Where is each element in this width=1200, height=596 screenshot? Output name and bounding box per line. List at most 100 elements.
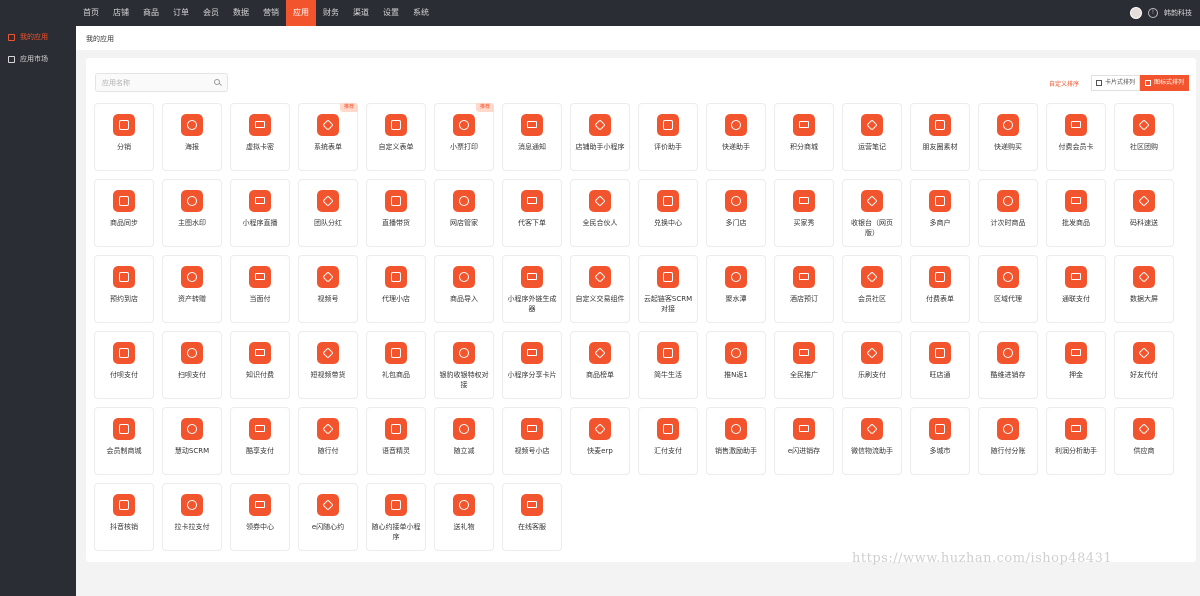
- app-card[interactable]: 运营笔记: [842, 103, 902, 171]
- app-card[interactable]: 领券中心: [230, 483, 290, 551]
- app-card[interactable]: 通联支付: [1046, 255, 1106, 323]
- user-name[interactable]: 韩韵科技: [1164, 8, 1192, 18]
- app-card[interactable]: 会员社区: [842, 255, 902, 323]
- app-card[interactable]: 语音精灵: [366, 407, 426, 475]
- app-card[interactable]: 简牛生活: [638, 331, 698, 399]
- app-card[interactable]: 区域代理: [978, 255, 1038, 323]
- app-card[interactable]: 随行付分账: [978, 407, 1038, 475]
- app-card[interactable]: 码科速送: [1114, 179, 1174, 247]
- app-card[interactable]: 计次时商品: [978, 179, 1038, 247]
- app-card[interactable]: 系统表单 推荐: [298, 103, 358, 171]
- app-card[interactable]: 小程序直播: [230, 179, 290, 247]
- app-card[interactable]: 团队分红: [298, 179, 358, 247]
- app-card[interactable]: 快麦erp: [570, 407, 630, 475]
- app-card[interactable]: 预约到店: [94, 255, 154, 323]
- app-card[interactable]: 快递助手: [706, 103, 766, 171]
- app-card[interactable]: e闪随心约: [298, 483, 358, 551]
- app-card[interactable]: 数据大屏: [1114, 255, 1174, 323]
- app-card[interactable]: 拉卡拉支付: [162, 483, 222, 551]
- app-card[interactable]: 推N返1: [706, 331, 766, 399]
- app-card[interactable]: 商品同步: [94, 179, 154, 247]
- app-card[interactable]: 送礼物: [434, 483, 494, 551]
- app-card[interactable]: 批发商品: [1046, 179, 1106, 247]
- app-card[interactable]: 小程序分享卡片: [502, 331, 562, 399]
- app-card[interactable]: 代客下单: [502, 179, 562, 247]
- app-card[interactable]: 多城市: [910, 407, 970, 475]
- app-card[interactable]: 短视频带货: [298, 331, 358, 399]
- app-card[interactable]: 扫呗支付: [162, 331, 222, 399]
- app-card[interactable]: 商品榜单: [570, 331, 630, 399]
- app-card[interactable]: 自定义表单: [366, 103, 426, 171]
- app-card[interactable]: 知识付费: [230, 331, 290, 399]
- app-card[interactable]: 快递购买: [978, 103, 1038, 171]
- nav-item[interactable]: 系统: [406, 0, 436, 26]
- app-card[interactable]: 随行付: [298, 407, 358, 475]
- app-card[interactable]: 在线客服: [502, 483, 562, 551]
- app-card[interactable]: 旺店通: [910, 331, 970, 399]
- app-card[interactable]: 收银台（网页版）: [842, 179, 902, 247]
- app-card[interactable]: 全民合伙人: [570, 179, 630, 247]
- app-card[interactable]: 社区团购: [1114, 103, 1174, 171]
- app-card[interactable]: 云起链客SCRM对接: [638, 255, 698, 323]
- app-card[interactable]: 兑换中心: [638, 179, 698, 247]
- sidebar-item[interactable]: 我的应用: [0, 26, 76, 48]
- search-icon[interactable]: [214, 79, 220, 85]
- app-card[interactable]: 直播带货: [366, 179, 426, 247]
- app-card[interactable]: 供应商: [1114, 407, 1174, 475]
- icon-view-button[interactable]: 图标式排列: [1140, 75, 1190, 91]
- app-card[interactable]: 随心约接单小程序: [366, 483, 426, 551]
- app-card[interactable]: 消息通知: [502, 103, 562, 171]
- sidebar-item[interactable]: 应用市场: [0, 48, 76, 70]
- app-card[interactable]: 聚水潭: [706, 255, 766, 323]
- app-card[interactable]: 店铺助手小程序: [570, 103, 630, 171]
- app-card[interactable]: 资产转赠: [162, 255, 222, 323]
- nav-item[interactable]: 财务: [316, 0, 346, 26]
- nav-item[interactable]: 店铺: [106, 0, 136, 26]
- nav-item[interactable]: 数据: [226, 0, 256, 26]
- app-card[interactable]: 当面付: [230, 255, 290, 323]
- app-card[interactable]: 银豹收银特权对接: [434, 331, 494, 399]
- avatar[interactable]: [1130, 7, 1142, 19]
- app-card[interactable]: 利润分析助手: [1046, 407, 1106, 475]
- app-card[interactable]: 主图水印: [162, 179, 222, 247]
- app-card[interactable]: 付呗支付: [94, 331, 154, 399]
- nav-item[interactable]: 应用: [286, 0, 316, 26]
- app-card[interactable]: 代理小店: [366, 255, 426, 323]
- notification-icon[interactable]: !: [1148, 8, 1158, 18]
- app-card[interactable]: 全民推广: [774, 331, 834, 399]
- app-card[interactable]: 视频号: [298, 255, 358, 323]
- nav-item[interactable]: 商品: [136, 0, 166, 26]
- app-card[interactable]: 小程序外链生成器: [502, 255, 562, 323]
- app-card[interactable]: 积分商城: [774, 103, 834, 171]
- app-card[interactable]: 销售激励助手: [706, 407, 766, 475]
- app-card[interactable]: 虚拟卡密: [230, 103, 290, 171]
- nav-item[interactable]: 订单: [166, 0, 196, 26]
- app-card[interactable]: 买家秀: [774, 179, 834, 247]
- app-card[interactable]: 多门店: [706, 179, 766, 247]
- app-card[interactable]: 小票打印 推荐: [434, 103, 494, 171]
- app-card[interactable]: 视频号小店: [502, 407, 562, 475]
- app-card[interactable]: 自定义交易组件: [570, 255, 630, 323]
- app-card[interactable]: 礼包商品: [366, 331, 426, 399]
- app-card[interactable]: 评价助手: [638, 103, 698, 171]
- app-card[interactable]: e闪进销存: [774, 407, 834, 475]
- app-card[interactable]: 分销: [94, 103, 154, 171]
- app-card[interactable]: 多商户: [910, 179, 970, 247]
- search-input[interactable]: [102, 79, 202, 88]
- app-card[interactable]: 好友代付: [1114, 331, 1174, 399]
- app-card[interactable]: 付费表单: [910, 255, 970, 323]
- app-card[interactable]: 商品导入: [434, 255, 494, 323]
- nav-item[interactable]: 设置: [376, 0, 406, 26]
- app-card[interactable]: 乐刷支付: [842, 331, 902, 399]
- custom-sort-link[interactable]: 自定义排序: [1049, 79, 1079, 88]
- card-view-button[interactable]: 卡片式排列: [1091, 75, 1141, 91]
- app-card[interactable]: 酷维进销存: [978, 331, 1038, 399]
- nav-item[interactable]: 营销: [256, 0, 286, 26]
- app-card[interactable]: 慧动SCRM: [162, 407, 222, 475]
- app-card[interactable]: 汇付支付: [638, 407, 698, 475]
- nav-item[interactable]: 首页: [76, 0, 106, 26]
- app-card[interactable]: 抖音核销: [94, 483, 154, 551]
- app-card[interactable]: 微信物流助手: [842, 407, 902, 475]
- app-card[interactable]: 网店管家: [434, 179, 494, 247]
- app-card[interactable]: 朋友圈素材: [910, 103, 970, 171]
